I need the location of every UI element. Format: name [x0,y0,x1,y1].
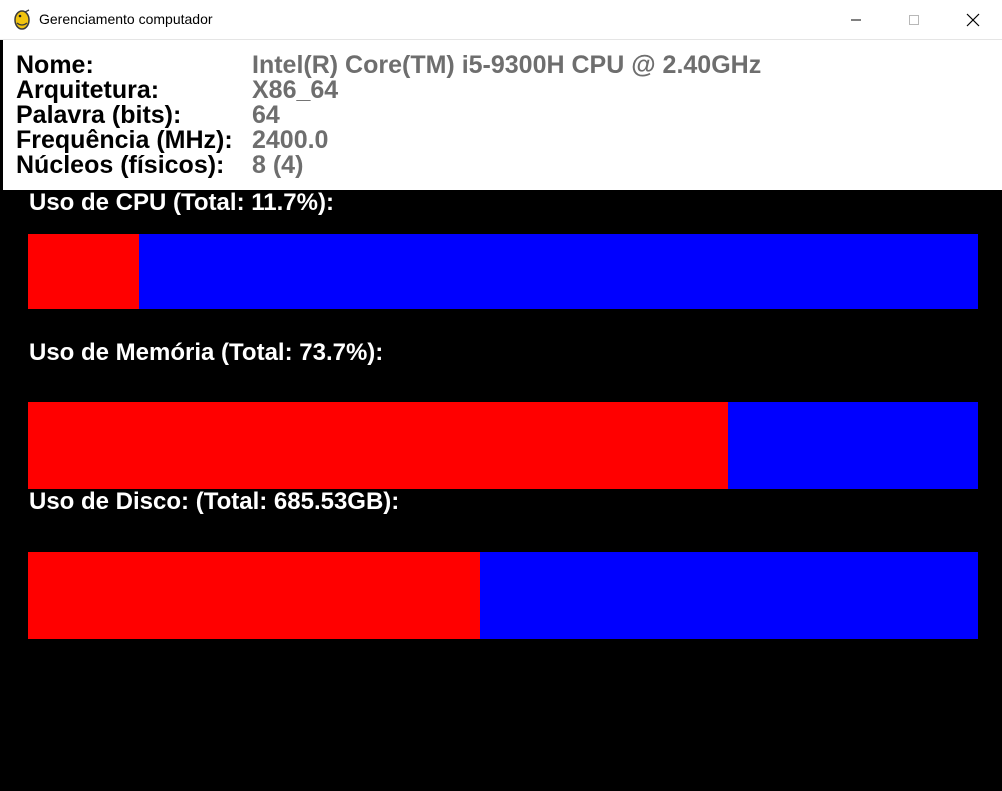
system-info-panel: Nome: Intel(R) Core(TM) i5-9300H CPU @ 2… [3,40,1002,190]
window-title: Gerenciamento computador [39,11,213,27]
cpu-usage-fill [28,234,140,309]
cpu-usage-bar [28,234,978,309]
maximize-icon [909,15,919,25]
info-label-architecture: Arquitetura: [16,76,160,104]
info-value-name: Intel(R) Core(TM) i5-9300H CPU @ 2.40GHz [252,51,762,79]
close-button[interactable] [944,0,1002,40]
memory-usage-bar [28,402,978,489]
info-label-frequency: Frequência (MHz): [16,126,233,154]
memory-usage-fill [28,402,729,489]
info-value-cores: 8 (4) [252,151,304,179]
info-label-name: Nome: [16,51,94,79]
info-value-frequency: 2400.0 [252,126,329,154]
info-value-word-bits: 64 [252,101,280,129]
minimize-icon [851,19,861,21]
info-label-word-bits: Palavra (bits): [16,101,182,129]
info-value-architecture: X86_64 [252,76,339,104]
memory-usage-label: Uso de Memória (Total: 73.7%): [29,339,384,366]
window-titlebar: Gerenciamento computador [0,0,1002,40]
python-snake-icon [14,9,30,30]
minimize-button[interactable] [827,0,885,40]
disk-usage-label: Uso de Disco: (Total: 685.53GB): [29,488,400,515]
close-icon [966,13,980,27]
disk-usage-bar [28,552,978,639]
info-label-cores: Núcleos (físicos): [16,151,225,179]
maximize-button[interactable] [885,0,943,40]
cpu-usage-label: Uso de CPU (Total: 11.7%): [29,189,334,216]
disk-usage-fill [28,552,481,639]
